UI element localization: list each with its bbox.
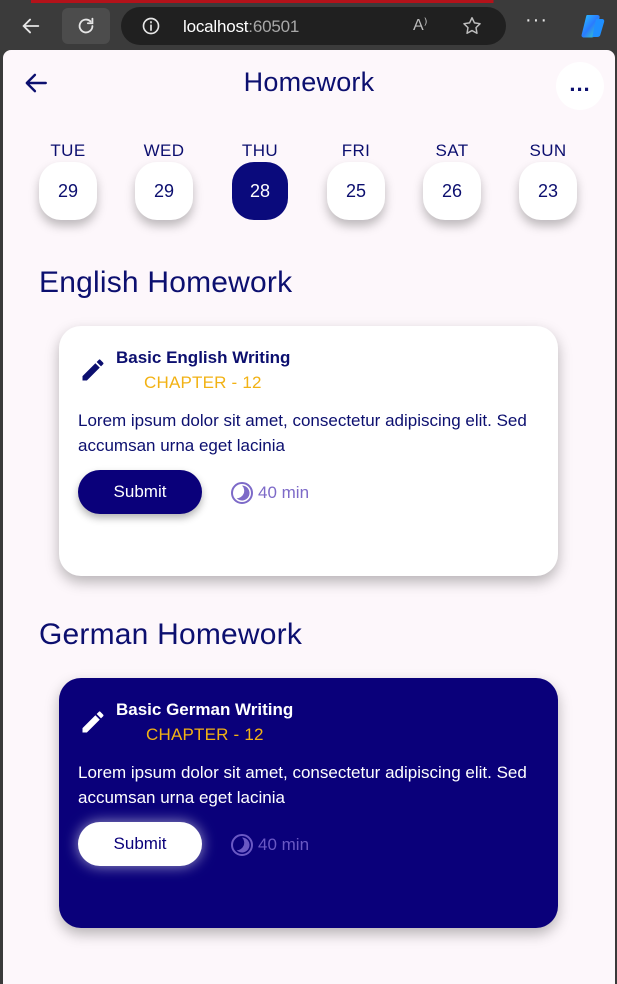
url-host: localhost — [183, 17, 249, 36]
browser-back-button[interactable] — [13, 8, 49, 44]
refresh-icon — [78, 17, 94, 34]
pencil-icon — [82, 359, 104, 381]
app-bar: Homework ... — [3, 50, 615, 118]
browser-menu-icon[interactable]: ··· — [525, 9, 548, 32]
submit-button[interactable]: Submit — [78, 822, 202, 866]
section-title-german: German Homework — [39, 618, 303, 651]
day-number[interactable]: 29 — [39, 162, 97, 220]
day-name: TUE — [50, 141, 86, 160]
pencil-icon — [82, 711, 104, 733]
day-name: SAT — [435, 141, 469, 160]
chapter-label: CHAPTER - 12 — [144, 373, 262, 392]
browser-refresh-button[interactable] — [62, 8, 110, 44]
duration-text: 40 min — [258, 835, 310, 854]
card-description: Lorem ipsum dolor sit amet, consectetur … — [78, 763, 527, 807]
homework-card-english[interactable]: Basic English Writing CHAPTER - 12 Lorem… — [59, 326, 558, 576]
url-port: :60501 — [248, 17, 300, 36]
address-bar[interactable]: localhost:60501 A⁾ — [121, 7, 506, 45]
browser-toolbar: localhost:60501 A⁾ ··· — [0, 0, 617, 50]
chapter-label: CHAPTER - 12 — [146, 725, 264, 744]
day-name: WED — [143, 141, 185, 160]
day-tue[interactable]: TUE 29 — [38, 140, 98, 220]
day-number-selected[interactable]: 28 — [232, 162, 288, 220]
homework-card-german[interactable]: Basic German Writing CHAPTER - 12 Lorem … — [59, 678, 558, 928]
page-title: Homework — [243, 67, 375, 97]
app-screen: Homework ... TUE 29 WED 29 THU 28 FRI 25… — [3, 50, 615, 984]
read-aloud-icon[interactable]: A⁾ — [413, 15, 428, 35]
day-number[interactable]: 23 — [519, 162, 577, 220]
submit-button[interactable]: Submit — [78, 470, 202, 514]
card-description: Lorem ipsum dolor sit amet, consectetur … — [78, 411, 527, 455]
timer-icon — [231, 482, 253, 504]
day-number[interactable]: 25 — [327, 162, 385, 220]
card-title: Basic English Writing — [116, 348, 291, 367]
day-thu[interactable]: THU 28 — [230, 140, 290, 220]
arrow-left-icon — [22, 18, 40, 34]
duration-text: 40 min — [258, 483, 310, 502]
day-name: THU — [241, 141, 279, 160]
more-options-button[interactable]: ... — [556, 62, 604, 110]
day-number[interactable]: 26 — [423, 162, 481, 220]
copilot-icon[interactable] — [578, 11, 608, 41]
day-selector: TUE 29 WED 29 THU 28 FRI 25 SAT 26 SUN 2… — [3, 140, 615, 230]
star-icon[interactable] — [461, 15, 483, 37]
day-sun[interactable]: SUN 23 — [518, 140, 578, 220]
day-sat[interactable]: SAT 26 — [422, 140, 482, 220]
day-name: SUN — [529, 141, 567, 160]
url-text: localhost:60501 — [183, 17, 299, 37]
day-wed[interactable]: WED 29 — [134, 140, 194, 220]
day-fri[interactable]: FRI 25 — [326, 140, 386, 220]
day-number[interactable]: 29 — [135, 162, 193, 220]
tab-strip-edge — [0, 0, 617, 3]
timer-icon — [231, 834, 253, 856]
day-name: FRI — [341, 141, 371, 160]
section-title-english: English Homework — [39, 266, 293, 299]
info-icon[interactable] — [141, 16, 161, 36]
card-title: Basic German Writing — [116, 700, 294, 719]
